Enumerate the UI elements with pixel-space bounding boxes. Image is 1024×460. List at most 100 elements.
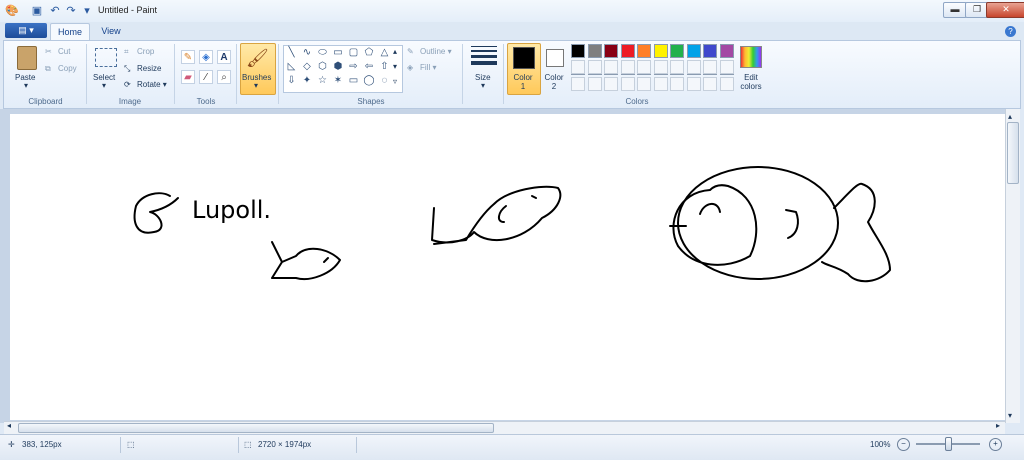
- fill-bucket-icon[interactable]: ◈: [199, 50, 213, 64]
- size-dropdown-icon[interactable]: ▾: [481, 81, 485, 90]
- palette-swatch[interactable]: [703, 44, 717, 58]
- file-menu-button[interactable]: ▤ ▾: [5, 23, 47, 38]
- shapes-more-icon[interactable]: ▿: [393, 77, 397, 86]
- edit-colors-button[interactable]: Edit colors: [736, 73, 766, 91]
- palette-swatch[interactable]: [719, 44, 734, 58]
- vertical-scroll-thumb[interactable]: [1007, 122, 1019, 184]
- palette-swatch[interactable]: [604, 44, 618, 58]
- shapes-scroll-up-icon[interactable]: ▴: [393, 47, 397, 56]
- shape-option[interactable]: ◇: [301, 61, 314, 73]
- palette-custom-slot[interactable]: [604, 76, 618, 91]
- palette-swatch[interactable]: [670, 44, 684, 58]
- shape-option[interactable]: ⬭: [316, 47, 329, 59]
- shape-option[interactable]: ⇧: [378, 61, 391, 73]
- copy-button[interactable]: Copy: [58, 64, 77, 73]
- pencil-icon[interactable]: ✎: [181, 50, 195, 64]
- shape-option[interactable]: ⬡: [316, 61, 329, 73]
- palette-swatch[interactable]: [587, 44, 602, 58]
- palette-custom-slot[interactable]: [620, 76, 635, 91]
- scroll-right-arrow-icon[interactable]: ▸: [996, 421, 1000, 430]
- color2-label[interactable]: Color 2: [542, 73, 566, 91]
- palette-swatch[interactable]: [571, 44, 585, 58]
- palette-custom-slot[interactable]: [670, 60, 684, 74]
- shape-option[interactable]: △: [378, 47, 391, 59]
- palette-swatch[interactable]: [620, 44, 635, 58]
- drawing-canvas[interactable]: Lupoll.: [10, 114, 1005, 420]
- shapes-scroll-down-icon[interactable]: ▾: [393, 62, 397, 71]
- palette-custom-slot[interactable]: [653, 60, 668, 74]
- palette-custom-slot[interactable]: [686, 60, 701, 74]
- shape-option[interactable]: ▭: [332, 47, 345, 59]
- resize-button[interactable]: Resize: [137, 64, 161, 73]
- fill-icon[interactable]: ◈: [407, 63, 413, 72]
- tab-view[interactable]: View: [92, 23, 130, 40]
- customize-qat-icon[interactable]: ▾: [80, 4, 94, 18]
- fill-button[interactable]: Fill ▾: [420, 63, 436, 72]
- shape-option[interactable]: ✶: [332, 75, 345, 87]
- palette-custom-slot[interactable]: [703, 76, 717, 91]
- shape-option[interactable]: ◺: [285, 61, 298, 73]
- eraser-icon[interactable]: ▰: [181, 70, 195, 84]
- palette-custom-slot[interactable]: [653, 76, 668, 91]
- shape-option[interactable]: ✦: [301, 75, 314, 87]
- color2-swatch[interactable]: [546, 49, 564, 67]
- text-tool-icon[interactable]: A: [217, 50, 231, 64]
- paste-dropdown-icon[interactable]: ▾: [24, 81, 28, 90]
- zoom-out-button[interactable]: −: [897, 438, 910, 451]
- paste-icon[interactable]: [17, 46, 37, 70]
- palette-swatch[interactable]: [653, 44, 668, 58]
- shape-option[interactable]: ◯: [363, 75, 376, 87]
- rotate-icon[interactable]: ⟳: [124, 80, 131, 89]
- scroll-up-arrow-icon[interactable]: ▴: [1008, 112, 1012, 121]
- palette-custom-slot[interactable]: [571, 60, 585, 74]
- rotate-button[interactable]: Rotate ▾: [137, 80, 167, 89]
- shape-option[interactable]: ⇩: [285, 75, 298, 87]
- resize-icon[interactable]: ⤡: [124, 64, 130, 74]
- shape-option[interactable]: ⬠: [363, 47, 376, 59]
- copy-icon[interactable]: ⧉: [45, 64, 51, 74]
- shape-option[interactable]: ▭: [347, 75, 360, 87]
- color-picker-icon[interactable]: ⁄: [199, 70, 213, 84]
- crop-icon[interactable]: ⌗: [124, 47, 129, 57]
- select-dropdown-icon[interactable]: ▾: [102, 81, 106, 90]
- edit-colors-icon[interactable]: [740, 46, 762, 68]
- select-icon[interactable]: [95, 48, 117, 67]
- shape-option[interactable]: ╲: [285, 47, 298, 59]
- palette-swatch[interactable]: [637, 44, 651, 58]
- palette-custom-slot[interactable]: [703, 60, 717, 74]
- close-button[interactable]: ✕: [986, 2, 1024, 18]
- shape-option[interactable]: ⬢: [332, 61, 345, 73]
- zoom-slider-thumb[interactable]: [945, 437, 952, 451]
- outline-icon[interactable]: ✎: [407, 47, 414, 56]
- palette-custom-slot[interactable]: [587, 76, 602, 91]
- shape-option[interactable]: ∿: [301, 47, 314, 59]
- shape-option[interactable]: ☆: [316, 75, 329, 87]
- undo-icon[interactable]: ↶: [48, 4, 62, 18]
- palette-custom-slot[interactable]: [587, 60, 602, 74]
- palette-custom-slot[interactable]: [571, 76, 585, 91]
- palette-custom-slot[interactable]: [686, 76, 701, 91]
- cut-button[interactable]: Cut: [58, 47, 70, 56]
- tab-home[interactable]: Home: [50, 23, 90, 41]
- brushes-dropdown-icon[interactable]: ▾: [254, 81, 258, 90]
- save-icon[interactable]: ▣: [30, 4, 44, 18]
- horizontal-scroll-thumb[interactable]: [18, 423, 494, 433]
- shape-option[interactable]: ▢: [347, 47, 360, 59]
- zoom-in-button[interactable]: +: [989, 438, 1002, 451]
- shape-option[interactable]: ⇨: [347, 61, 360, 73]
- palette-swatch[interactable]: [686, 44, 701, 58]
- outline-button[interactable]: Outline ▾: [420, 47, 452, 56]
- shape-option[interactable]: ◌: [378, 75, 391, 87]
- palette-custom-slot[interactable]: [620, 60, 635, 74]
- size-lines-icon[interactable]: [471, 46, 497, 65]
- scroll-down-arrow-icon[interactable]: ▾: [1008, 411, 1012, 420]
- redo-icon[interactable]: ↷: [64, 4, 78, 18]
- crop-button[interactable]: Crop: [137, 47, 154, 56]
- palette-custom-slot[interactable]: [637, 76, 651, 91]
- minimize-button[interactable]: ▬: [943, 2, 967, 18]
- cut-icon[interactable]: ✂: [45, 47, 52, 56]
- help-icon[interactable]: ?: [1005, 26, 1016, 37]
- palette-custom-slot[interactable]: [604, 60, 618, 74]
- palette-custom-slot[interactable]: [637, 60, 651, 74]
- paint-app-icon[interactable]: 🎨: [5, 4, 19, 18]
